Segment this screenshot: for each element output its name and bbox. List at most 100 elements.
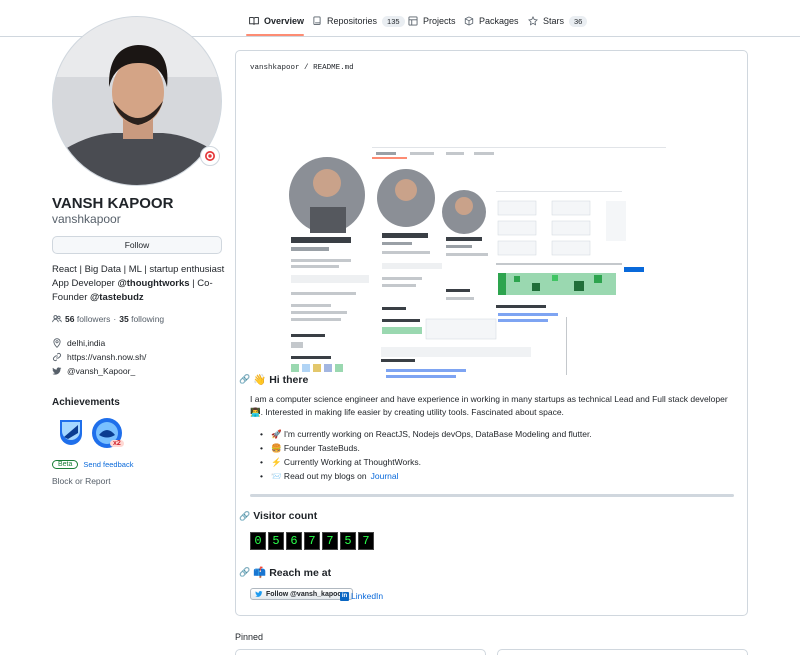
heading-text: Visitor count [253, 510, 318, 522]
list-item: 🍔 Founder TasteBuds. [260, 441, 592, 455]
linkedin-icon: in [340, 591, 349, 601]
followers-row: 56 followers · 35 following [52, 314, 164, 324]
counter-digit: 7 [358, 532, 374, 550]
beta-label: Beta [52, 460, 79, 469]
anchor-link-icon[interactable]: 🔗 [239, 511, 250, 522]
visitor-count-heading: 🔗 Visitor count [239, 510, 317, 522]
tab-label: Projects [423, 16, 456, 26]
followers-link[interactable]: 56 followers [65, 314, 110, 324]
bio-text: App Developer [52, 278, 118, 289]
avatar-photo [53, 17, 221, 185]
tab-label: Stars [543, 16, 565, 26]
heading-text: 👋 Hi there [253, 374, 309, 386]
list-item-text: 🚀 I'm currently working on ReactJS, Node… [270, 428, 592, 439]
profile-location: delhi,india [52, 338, 105, 348]
bio-line: React | Big Data | ML | startup enthusia… [52, 264, 225, 275]
table-icon [408, 16, 418, 26]
tab-stars[interactable]: Stars 36 [528, 10, 588, 32]
people-icon [52, 315, 62, 323]
counter-digit: 6 [286, 532, 302, 550]
readme-embedded-image [276, 97, 676, 387]
twitter-follow-button[interactable]: Follow @vansh_kapoor_ [250, 588, 354, 600]
tab-projects[interactable]: Projects [408, 10, 456, 32]
website-link[interactable]: https://vansh.now.sh/ [67, 352, 146, 362]
list-item: 🚀 I'm currently working on ReactJS, Node… [260, 427, 592, 441]
tab-label: Overview [264, 16, 305, 26]
repo-count-badge: 135 [382, 15, 405, 27]
linkedin-link[interactable]: in LinkedIn [340, 591, 383, 601]
send-feedback-link[interactable]: Send feedback [83, 460, 133, 469]
tab-label: Repositories [327, 16, 378, 26]
anchor-link-icon[interactable]: 🔗 [239, 374, 250, 385]
twitter-follow-label: Follow @vansh_kapoor_ [266, 590, 349, 598]
list-item-text: 🍔 Founder TasteBuds. [270, 442, 360, 453]
twitter-icon [52, 367, 62, 375]
twitter-handle[interactable]: @vansh_Kapoor_ [67, 366, 135, 376]
achievements-feedback-row: Beta Send feedback [52, 460, 133, 469]
followers-count: 56 [65, 314, 75, 324]
breadcrumb-separator: / [304, 64, 309, 72]
achievements-heading[interactable]: Achievements [52, 397, 120, 408]
profile-bio: React | Big Data | ML | startup enthusia… [52, 263, 232, 305]
anchor-link-icon[interactable]: 🔗 [239, 567, 250, 578]
achievement-badge-pull-shark[interactable]: x2 [90, 416, 126, 452]
list-item-text: 📨 Read out my blogs on [270, 470, 367, 481]
counter-digit: 7 [322, 532, 338, 550]
dot-separator: · [113, 314, 117, 324]
profile-twitter[interactable]: @vansh_Kapoor_ [52, 366, 135, 376]
following-count: 35 [119, 314, 129, 324]
readme-user-link[interactable]: vanshkapoor [250, 64, 300, 72]
stars-count-badge: 36 [569, 15, 588, 27]
org-mention-tastebudz[interactable]: @tastebudz [90, 292, 144, 303]
reach-me-heading: 🔗 📫 Reach me at [239, 566, 331, 579]
followers-label: followers [76, 314, 111, 324]
profile-full-name: VANSH KAPOOR [52, 195, 174, 212]
tab-label: Packages [479, 16, 519, 26]
achievement-badge-arctic[interactable] [56, 417, 86, 447]
badge-multiplier: x2 [110, 440, 124, 447]
list-item: 📨 Read out my blogs on Journal [260, 469, 592, 483]
star-icon [528, 16, 538, 26]
heading-text: 📫 Reach me at [253, 567, 332, 579]
intro-paragraph: I am a computer science engineer and hav… [250, 394, 728, 417]
active-tab-indicator [246, 34, 304, 36]
follow-button[interactable]: Follow [52, 236, 222, 254]
org-mention-thoughtworks[interactable]: @thoughtworks [117, 278, 189, 289]
list-item-text: ⚡ Currently Working at ThoughtWorks. [270, 456, 421, 467]
journal-link[interactable]: Journal [371, 471, 399, 481]
location-icon [53, 338, 61, 348]
counter-digit: 7 [304, 532, 320, 550]
following-link[interactable]: 35 following [119, 314, 164, 324]
profile-website[interactable]: https://vansh.now.sh/ [52, 352, 146, 362]
profile-username: vanshkapoor [52, 212, 121, 226]
readme-file-link[interactable]: README.md [313, 64, 354, 72]
horizontal-rule [250, 494, 734, 497]
target-icon [205, 151, 215, 161]
tab-packages[interactable]: Packages [464, 10, 519, 32]
repo-icon [313, 16, 321, 25]
list-item: ⚡ Currently Working at ThoughtWorks. [260, 455, 592, 469]
bio-text: Founder [52, 292, 91, 303]
readme-panel: vanshkapoor / README.md 🔗 👋 Hi there I a… [235, 50, 748, 616]
counter-digit: 0 [250, 532, 266, 550]
location-text: delhi,india [67, 338, 106, 348]
avatar[interactable] [52, 16, 222, 186]
package-icon [464, 16, 474, 26]
pinned-repo-card[interactable] [235, 649, 486, 655]
counter-digit: 5 [340, 532, 356, 550]
counter-digit: 5 [268, 532, 284, 550]
link-icon [52, 352, 62, 362]
visitor-counter: 0 5 6 7 7 5 7 [250, 532, 374, 550]
readme-list: 🚀 I'm currently working on ReactJS, Node… [260, 427, 592, 483]
tab-overview[interactable]: Overview [249, 10, 304, 32]
book-icon [249, 17, 259, 25]
block-or-report-link[interactable]: Block or Report [52, 476, 111, 486]
status-emoji-button[interactable] [200, 146, 220, 166]
hi-there-heading: 🔗 👋 Hi there [239, 373, 308, 386]
tab-repositories[interactable]: Repositories 135 [312, 10, 405, 32]
pinned-repo-card[interactable] [497, 649, 748, 655]
bio-text: | Co- [189, 278, 213, 289]
linkedin-label: LinkedIn [351, 591, 384, 601]
twitter-bird-icon [255, 591, 263, 597]
following-label: following [131, 314, 165, 324]
